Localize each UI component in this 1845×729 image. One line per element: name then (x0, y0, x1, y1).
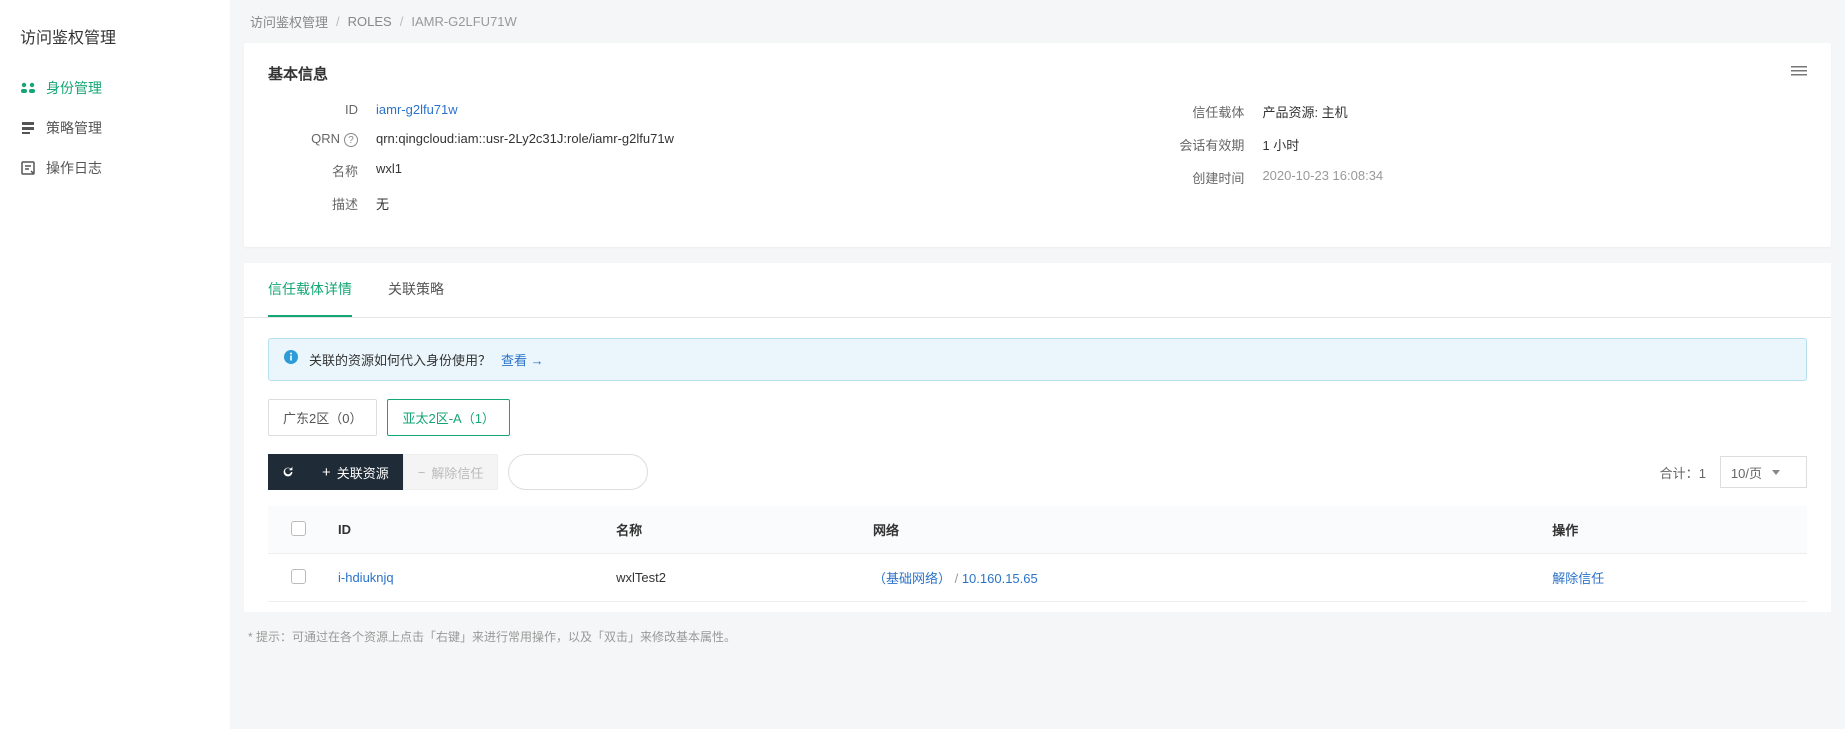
identity-icon (20, 80, 36, 96)
sidebar-title: 访问鉴权管理 (0, 18, 230, 68)
value-session: 1 小时 (1262, 135, 1299, 154)
banner-link[interactable]: 查看 → (501, 350, 544, 369)
search-input[interactable] (508, 454, 648, 490)
minus-icon: − (418, 465, 426, 480)
banner-text: 关联的资源如何代入身份使用？ (309, 350, 491, 369)
col-action: 操作 (1542, 506, 1807, 554)
info-icon (283, 349, 299, 370)
tab-trust-detail[interactable]: 信任载体详情 (268, 263, 352, 317)
footnote: * 提示：可通过在各个资源上点击「右键」来进行常用操作，以及「双击」来修改基本属… (244, 612, 1831, 661)
row-id-link[interactable]: i-hdiuknjq (338, 570, 394, 585)
sidebar-item-label: 策略管理 (46, 118, 102, 138)
tab-policy[interactable]: 关联策略 (388, 263, 444, 317)
select-all-checkbox[interactable] (291, 521, 306, 536)
plus-icon: + (322, 464, 331, 481)
policy-icon (20, 120, 36, 136)
refresh-button[interactable] (268, 454, 308, 490)
remove-trust-button: − 解除信任 (403, 454, 499, 490)
row-network: （基础网络） / 10.160.15.65 (863, 554, 1542, 602)
tab-bar: 信任载体详情 关联策略 (244, 263, 1831, 318)
breadcrumb-sep: / (336, 14, 340, 29)
label-qrn: QRN? (268, 131, 358, 147)
col-id: ID (328, 506, 606, 554)
associate-resource-button[interactable]: + 关联资源 (308, 454, 403, 490)
basic-info-title: 基本信息 (268, 63, 328, 84)
value-created: 2020-10-23 16:08:34 (1262, 168, 1383, 187)
refresh-icon (281, 465, 295, 479)
label-trust: 信任载体 (1154, 102, 1244, 121)
total-count: 合计：1 (1660, 463, 1706, 482)
breadcrumb: 访问鉴权管理 / ROLES / IAMR-G2LFU71W (244, 0, 1831, 43)
network-ip-link[interactable]: 10.160.15.65 (962, 571, 1038, 586)
value-qrn: qrn:qingcloud:iam::usr-2Ly2c31J:role/iam… (376, 131, 674, 147)
help-icon[interactable]: ? (344, 133, 358, 147)
card-menu-icon[interactable] (1791, 63, 1807, 84)
toolbar: + 关联资源 − 解除信任 合计：1 10/页 (268, 454, 1807, 490)
sidebar-item-policy[interactable]: 策略管理 (0, 108, 230, 148)
label-desc: 描述 (268, 194, 358, 213)
region-tabs: 广东2区（0） 亚太2区-A（1） (268, 399, 1807, 436)
log-icon (20, 160, 36, 176)
sidebar: 访问鉴权管理 身份管理 策略管理 操作日志 (0, 0, 230, 729)
info-banner: 关联的资源如何代入身份使用？ 查看 → (268, 338, 1807, 381)
main-content: 访问鉴权管理 / ROLES / IAMR-G2LFU71W 基本信息 ID i… (230, 0, 1845, 729)
table-row[interactable]: i-hdiuknjq wxlTest2 （基础网络） / 10.160.15.6… (268, 554, 1807, 602)
row-checkbox[interactable] (291, 569, 306, 584)
value-desc: 无 (376, 194, 389, 213)
label-name: 名称 (268, 161, 358, 180)
resource-table: ID 名称 网络 操作 i-hdiuknjq wxlTest2 （基础网络） /… (268, 506, 1807, 602)
value-name: wxl1 (376, 161, 402, 180)
sidebar-item-log[interactable]: 操作日志 (0, 148, 230, 188)
detail-card: 信任载体详情 关联策略 关联的资源如何代入身份使用？ 查看 → 广东2区（0） … (244, 263, 1831, 612)
col-net: 网络 (863, 506, 1542, 554)
trust-panel: 关联的资源如何代入身份使用？ 查看 → 广东2区（0） 亚太2区-A（1） + … (244, 318, 1831, 612)
sidebar-item-identity[interactable]: 身份管理 (0, 68, 230, 108)
value-id[interactable]: iamr-g2lfu71w (376, 102, 458, 117)
network-type-link[interactable]: （基础网络） (873, 571, 951, 586)
breadcrumb-sep: / (400, 14, 404, 29)
breadcrumb-current: IAMR-G2LFU71W (411, 14, 516, 29)
breadcrumb-section[interactable]: ROLES (348, 14, 392, 29)
breadcrumb-root[interactable]: 访问鉴权管理 (250, 12, 328, 31)
region-tab-ap2a[interactable]: 亚太2区-A（1） (387, 399, 509, 436)
chevron-down-icon (1772, 470, 1780, 475)
sidebar-item-label: 操作日志 (46, 158, 102, 178)
region-tab-gd2[interactable]: 广东2区（0） (268, 399, 377, 436)
label-id: ID (268, 102, 358, 117)
sidebar-item-label: 身份管理 (46, 78, 102, 98)
label-created: 创建时间 (1154, 168, 1244, 187)
value-trust: 产品资源: 主机 (1262, 102, 1347, 121)
basic-info-card: 基本信息 ID iamr-g2lfu71w QRN? qrn:qingcloud… (244, 43, 1831, 247)
row-name: wxlTest2 (606, 554, 863, 602)
label-session: 会话有效期 (1154, 135, 1244, 154)
page-size-select[interactable]: 10/页 (1720, 456, 1807, 488)
row-remove-trust[interactable]: 解除信任 (1552, 571, 1604, 586)
col-name: 名称 (606, 506, 863, 554)
